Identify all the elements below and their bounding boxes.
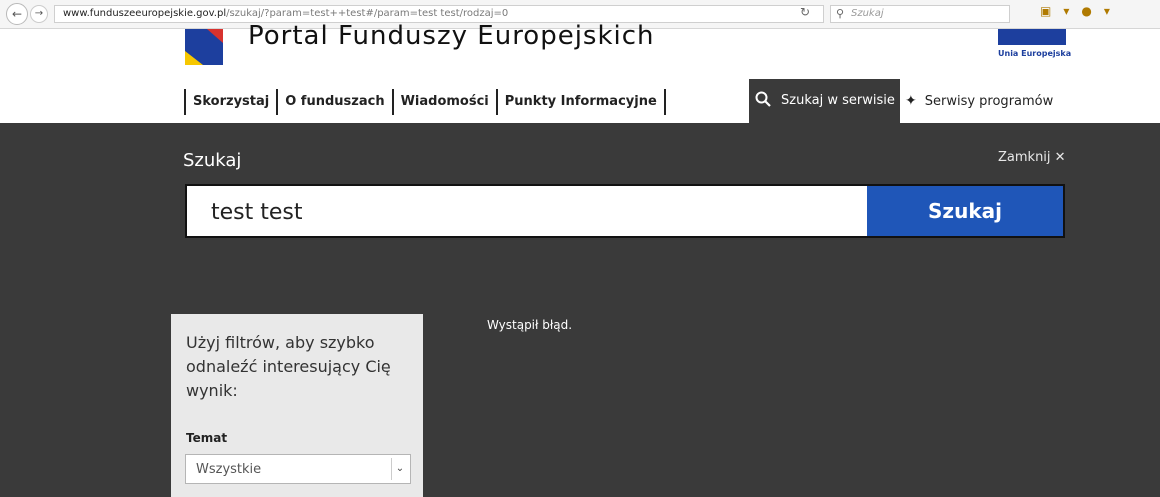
eu-flag — [998, 29, 1066, 45]
search-icon: ⚲ — [836, 7, 845, 20]
topic-select[interactable]: Wszystkie ⌄ — [185, 454, 411, 484]
search-icon — [755, 91, 771, 111]
search-input[interactable] — [209, 194, 853, 230]
browser-search-box[interactable]: ⚲ Szukaj — [830, 5, 1010, 23]
nav-item-o-funduszach[interactable]: O funduszach — [276, 89, 391, 115]
funds-logo[interactable] — [185, 29, 223, 65]
site-header: Portal Funduszy Europejskich Unia Europe… — [0, 21, 1160, 123]
main-nav: Skorzystaj O funduszach Wiadomości Punkt… — [184, 89, 666, 115]
services-link[interactable]: ✦ Serwisy programów — [905, 93, 1053, 109]
search-panel-title: Szukaj — [183, 150, 242, 171]
search-form: Szukaj — [185, 184, 1065, 238]
puzzle-icon: ✦ — [905, 93, 917, 109]
filters-panel: Użyj filtrów, aby szybko odnaleźć intere… — [171, 314, 423, 497]
chevron-down-icon: ⌄ — [391, 458, 408, 480]
error-message: Wystąpił błąd. — [487, 318, 573, 332]
close-button[interactable]: Zamknij ✕ — [998, 150, 1066, 165]
nav-item-punkty-informacyjne[interactable]: Punkty Informacyjne — [495, 89, 666, 115]
browser-search-placeholder: Szukaj — [851, 8, 884, 19]
toolbar-icons: ▣ ▾ ● ▾ — [1040, 4, 1122, 18]
forward-icon[interactable]: → — [30, 5, 48, 23]
menu-icon[interactable]: ▾ — [1104, 4, 1110, 18]
addon-icon[interactable]: ▣ — [1040, 4, 1051, 18]
portal-title[interactable]: Portal Funduszy Europejskich — [248, 21, 655, 51]
search-button[interactable]: Szukaj — [867, 186, 1063, 236]
url-text: www.funduszeeuropejskie.gov.pl/szukaj/?p… — [63, 8, 509, 19]
nav-item-wiadomosci[interactable]: Wiadomości — [391, 89, 496, 115]
tab-search-site[interactable]: Szukaj w serwisie — [749, 79, 900, 123]
eu-label: Unia Europejska — [998, 49, 1072, 58]
reload-icon[interactable]: ↻ — [800, 5, 810, 19]
search-panel: Szukaj Zamknij ✕ Szukaj Użyj filtrów, ab… — [0, 123, 1160, 497]
back-icon[interactable]: ← — [6, 3, 28, 25]
services-label: Serwisy programów — [924, 94, 1054, 109]
topic-select-value: Wszystkie — [196, 462, 262, 477]
filters-intro: Użyj filtrów, aby szybko odnaleźć intere… — [186, 333, 391, 400]
topic-label: Temat — [186, 431, 228, 445]
tab-search-label: Szukaj w serwisie — [781, 93, 895, 108]
globe-icon[interactable]: ● — [1081, 4, 1091, 18]
nav-item-skorzystaj[interactable]: Skorzystaj — [184, 89, 276, 115]
dropdown-icon[interactable]: ▾ — [1063, 4, 1069, 18]
